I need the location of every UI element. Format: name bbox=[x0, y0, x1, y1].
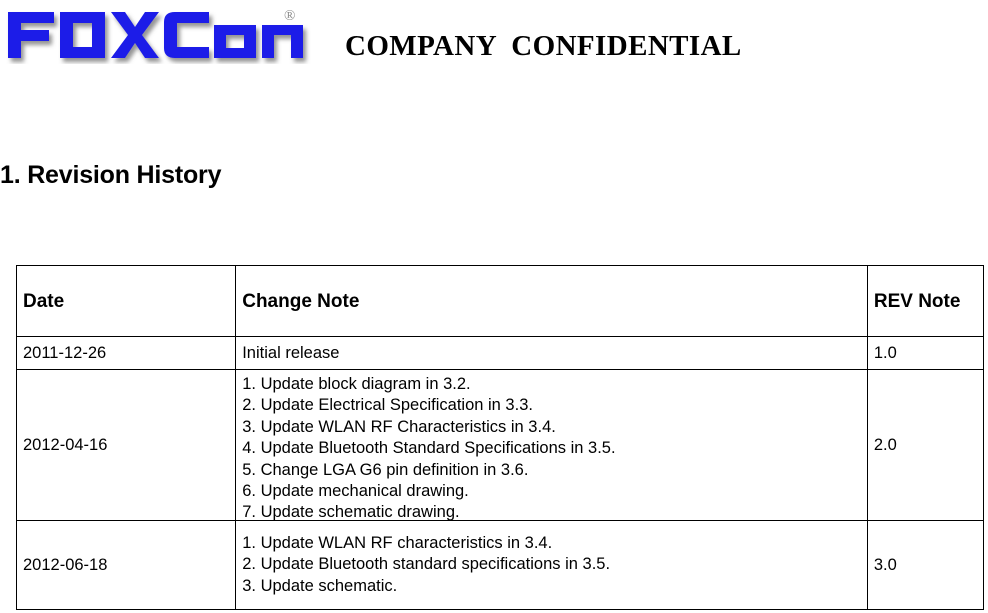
list-item: 2. Update Bluetooth standard specificati… bbox=[242, 555, 611, 574]
list-item: 2. Update Electrical Specification in 3.… bbox=[242, 396, 533, 415]
column-header-changenote: Change Note bbox=[235, 265, 868, 337]
list-item: 4. Update Bluetooth Standard Specificati… bbox=[242, 439, 616, 458]
cell-date: 2012-04-16 bbox=[15, 369, 237, 521]
list-item: 3. Update schematic. bbox=[242, 576, 398, 595]
confidential-label: COMPANY CONFIDENTIAL bbox=[345, 30, 742, 62]
list-item: 1. Update block diagram in 3.2. bbox=[242, 375, 471, 393]
cell-change-note: Initial release bbox=[235, 336, 868, 370]
table-header-row: Date Change Note REV Note bbox=[15, 265, 985, 337]
page-header: ® COMPANY CONFIDENTIAL bbox=[0, 0, 988, 100]
column-header-date: Date bbox=[15, 265, 237, 337]
cell-change-note: 1. Update WLAN RF characteristics in 3.4… bbox=[235, 520, 868, 610]
change-note-list: 1. Update WLAN RF characteristics in 3.4… bbox=[242, 533, 861, 597]
cell-rev-note: 2.0 bbox=[866, 369, 985, 521]
column-header-revnote: REV Note bbox=[866, 265, 985, 337]
table-row: 2012-04-16 1. Update block diagram in 3.… bbox=[15, 369, 985, 521]
page-title: 1. Revision History bbox=[0, 161, 222, 189]
table-row: 2012-06-18 1. Update WLAN RF characteris… bbox=[15, 520, 985, 610]
list-item: 3. Update WLAN RF Characteristics in 3.4… bbox=[242, 417, 556, 436]
table-row: 2011-12-26 Initial release 1.0 bbox=[15, 336, 985, 370]
change-note-list: 1. Update block diagram in 3.2. 2. Updat… bbox=[242, 374, 866, 521]
list-item: 1. Update WLAN RF characteristics in 3.4… bbox=[242, 533, 553, 552]
registered-trademark-icon: ® bbox=[284, 8, 295, 24]
cell-rev-note: 1.0 bbox=[866, 336, 985, 370]
cell-date: 2011-12-26 bbox=[15, 336, 237, 370]
list-item: 6. Update mechanical drawing. bbox=[242, 482, 469, 501]
list-item: 5. Change LGA G6 pin definition in 3.6. bbox=[242, 460, 529, 479]
cell-change-note: 1. Update block diagram in 3.2. 2. Updat… bbox=[235, 369, 868, 521]
foxconn-logo: ® bbox=[4, 6, 314, 64]
cell-date: 2012-06-18 bbox=[15, 520, 237, 610]
cell-rev-note: 3.0 bbox=[866, 520, 985, 610]
foxconn-logo-icon: ® bbox=[8, 8, 303, 58]
revision-history-table: Date Change Note REV Note 2011-12-26 Ini… bbox=[15, 265, 985, 610]
list-item: 7. Update schematic drawing. bbox=[242, 503, 460, 521]
